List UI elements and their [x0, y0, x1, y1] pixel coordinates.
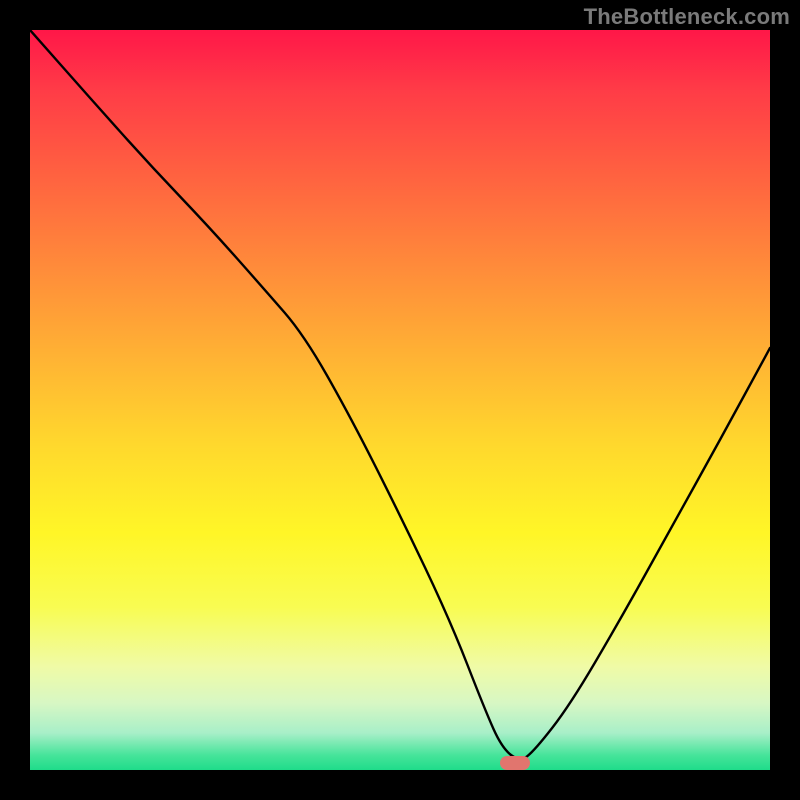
bottleneck-curve-path — [30, 30, 770, 759]
watermark-text: TheBottleneck.com — [584, 4, 790, 30]
curve-svg — [30, 30, 770, 770]
chart-frame: TheBottleneck.com — [0, 0, 800, 800]
balance-marker — [500, 756, 530, 770]
plot-area — [30, 30, 770, 770]
